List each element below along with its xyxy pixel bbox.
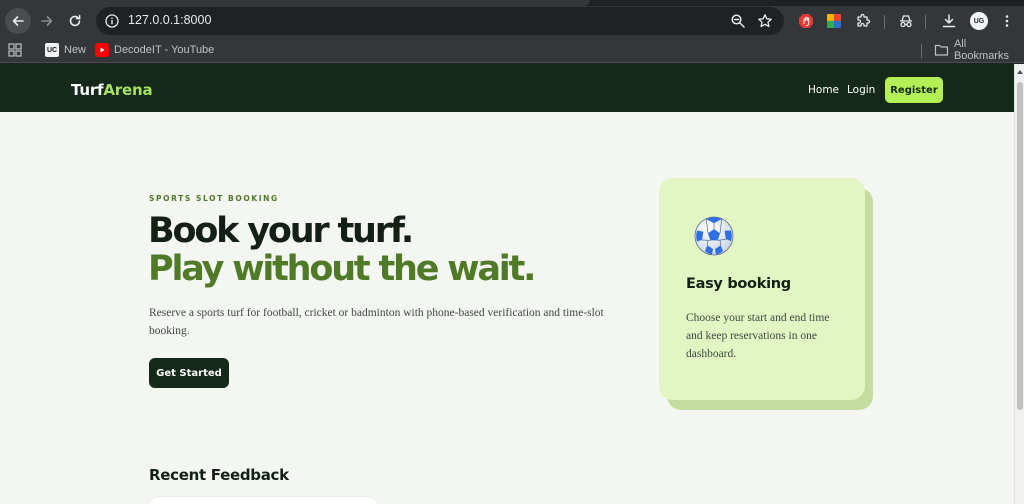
headline-line-1: Book your turf. (148, 211, 414, 251)
back-button[interactable] (5, 8, 31, 34)
logo-text-turf: Turf (71, 81, 104, 99)
logo-text-arena: Arena (103, 81, 153, 99)
reload-button[interactable] (62, 8, 88, 34)
adblock-extension-icon[interactable] (798, 13, 814, 29)
nav-home-link[interactable]: Home (808, 84, 839, 96)
kebab-menu-icon[interactable] (999, 13, 1015, 29)
scrollbar-thumb[interactable] (1017, 82, 1023, 410)
all-bookmarks-button[interactable]: All Bookmarks (934, 38, 1024, 62)
arrow-left-icon (12, 16, 24, 26)
profile-avatar[interactable]: UG (970, 12, 988, 30)
browser-toolbar: 127.0.0.1:8000 UG (0, 6, 1024, 36)
forward-button[interactable] (34, 8, 60, 34)
feature-card: Easy booking Choose your start and end t… (659, 178, 865, 400)
feedback-card (148, 497, 378, 504)
reload-icon (69, 14, 81, 27)
incognito-icon[interactable] (898, 13, 914, 29)
feature-card-title: Easy booking (686, 276, 791, 292)
zoom-icon[interactable] (730, 13, 746, 29)
bookmark-label: New (64, 44, 87, 56)
download-icon[interactable] (941, 13, 957, 29)
uc-icon: UC (45, 43, 59, 57)
scroll-up-arrow-icon[interactable] (1017, 70, 1023, 74)
apps-grid-icon (8, 43, 22, 57)
apps-button[interactable] (8, 41, 22, 59)
site-info-icon[interactable] (104, 13, 120, 29)
hero-headline: Book your turf. Play without the wait. (148, 211, 536, 289)
page-viewport: TurfArena Home Login Register SPORTS SLO… (0, 64, 1024, 504)
feature-card-body: Choose your start and end time and keep … (686, 312, 830, 360)
nav-login-link[interactable]: Login (847, 84, 875, 96)
toolbar-divider (884, 15, 885, 29)
soccer-ball-icon (694, 216, 734, 256)
get-started-button[interactable]: Get Started (149, 358, 229, 388)
bookmarks-divider (921, 44, 922, 58)
headline-line-2: Play without the wait. (148, 249, 536, 289)
arrow-right-icon (41, 16, 53, 26)
youtube-icon (95, 43, 109, 57)
address-bar[interactable]: 127.0.0.1:8000 (96, 7, 784, 35)
bookmark-label: DecodeIT - YouTube (114, 44, 215, 56)
register-button[interactable]: Register (885, 77, 943, 103)
toolbar-divider (925, 15, 926, 29)
all-bookmarks-label: All Bookmarks (953, 38, 1009, 62)
bookmark-star-icon[interactable] (757, 13, 773, 29)
color-extension-icon[interactable] (826, 13, 842, 29)
bookmark-youtube[interactable]: DecodeIT - YouTube (95, 41, 214, 59)
page-scrollbar[interactable] (1014, 64, 1024, 504)
recent-feedback-title: Recent Feedback (149, 466, 289, 484)
extensions-puzzle-icon[interactable] (855, 13, 871, 29)
bookmark-new[interactable]: UC New (45, 41, 86, 59)
hero-eyebrow: SPORTS SLOT BOOKING (149, 194, 279, 203)
bookmarks-bar: UC New DecodeIT - YouTube All Bookmarks (0, 36, 1024, 63)
hero-description: Reserve a sports turf for football, cric… (149, 307, 604, 337)
folder-icon (934, 44, 949, 56)
site-navbar: TurfArena Home Login Register (0, 64, 1014, 112)
url-text[interactable]: 127.0.0.1:8000 (128, 13, 211, 27)
site-logo[interactable]: TurfArena (71, 81, 153, 99)
